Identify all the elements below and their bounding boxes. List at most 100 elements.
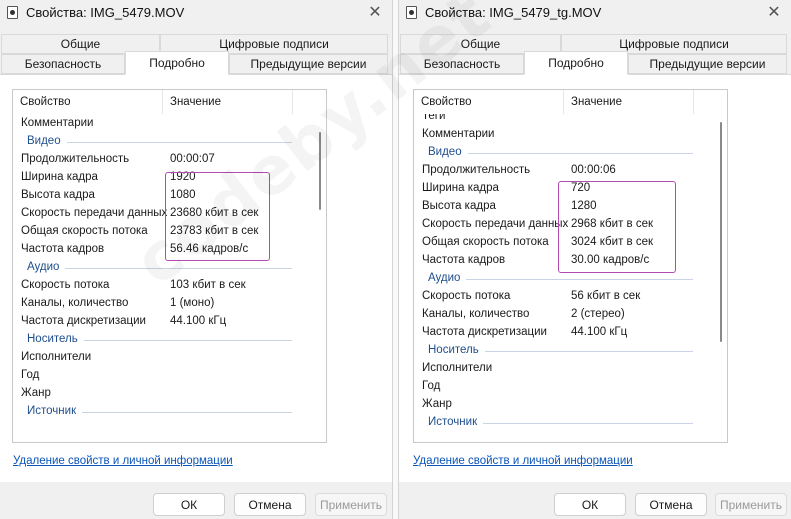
vertical-scrollbar[interactable] (715, 114, 727, 442)
property-name: Частота кадров (21, 243, 105, 255)
vertical-scrollbar[interactable] (314, 114, 326, 442)
table-row[interactable]: Частота дискретизации 44.100 кГц (414, 324, 727, 342)
window-title: Свойства: IMG_5479_tg.MOV (425, 5, 602, 20)
property-rows: Теги Комментарии Видео Продолжительность 00:… (414, 114, 727, 442)
table-row[interactable]: Каналы, количество 2 (стерео) (414, 306, 727, 324)
apply-button[interactable]: Применить (715, 493, 787, 516)
tab-details[interactable]: Подробно (125, 51, 229, 75)
property-name: Ширина кадра (422, 182, 499, 194)
section-header[interactable]: Носитель (13, 331, 326, 349)
table-row[interactable]: Продолжительность 00:00:06 (414, 162, 727, 180)
property-name: Общая скорость потока (422, 236, 549, 248)
apply-button[interactable]: Применить (315, 493, 387, 516)
table-row[interactable]: Высота кадра 1080 (13, 187, 326, 205)
tab-previous-versions[interactable]: Предыдущие версии (628, 54, 787, 74)
cancel-button[interactable]: Отмена (234, 493, 306, 516)
table-row[interactable]: Год (414, 378, 727, 396)
remove-properties-link[interactable]: Удаление свойств и личной информации (413, 455, 633, 467)
column-header-value[interactable]: Значение (564, 90, 694, 114)
section-divider (65, 268, 292, 269)
tab-previous-versions[interactable]: Предыдущие версии (229, 54, 388, 74)
table-row[interactable]: Теги (414, 114, 727, 126)
section-header[interactable]: Носитель (414, 342, 727, 360)
section-header[interactable]: Источник (414, 414, 727, 432)
window-app-icon (7, 6, 18, 19)
section-header[interactable]: Видео (13, 133, 326, 151)
title-bar[interactable]: Свойства: IMG_5479_tg.MOV ✕ (399, 0, 791, 26)
property-value: 720 (571, 182, 591, 194)
tab-security[interactable]: Безопасность (1, 54, 125, 74)
property-value: 56.46 кадров/с (170, 243, 249, 255)
tab-security[interactable]: Безопасность (400, 54, 524, 74)
table-row[interactable]: Жанр (414, 396, 727, 414)
table-row[interactable]: Частота кадров 56.46 кадров/с (13, 241, 326, 259)
section-header[interactable]: Аудио (13, 259, 326, 277)
tab-details[interactable]: Подробно (524, 51, 628, 75)
title-bar[interactable]: Свойства: IMG_5479.MOV ✕ (0, 0, 392, 26)
table-row[interactable]: Общая скорость потока 3024 кбит в сек (414, 234, 727, 252)
property-value: 1280 (571, 200, 597, 212)
property-name: Общая скорость потока (21, 225, 148, 237)
property-list[interactable]: Свойство Значение Теги Комментарии Видео Пр… (413, 89, 728, 443)
property-name: Комментарии (21, 117, 94, 129)
table-row[interactable]: Комментарии (414, 126, 727, 144)
property-name: Ширина кадра (21, 171, 98, 183)
properties-window-left: Свойства: IMG_5479.MOV ✕ Общие Цифровые … (0, 0, 392, 519)
ok-button[interactable]: ОК (153, 493, 225, 516)
section-header[interactable]: Аудио (414, 270, 727, 288)
property-name: Жанр (21, 387, 51, 399)
section-divider (468, 153, 693, 154)
property-name: Скорость передачи данных (21, 207, 168, 219)
property-name: Теги (422, 114, 446, 122)
section-header[interactable]: Видео (414, 144, 727, 162)
table-row[interactable]: Исполнители (13, 349, 326, 367)
table-row[interactable]: Жанр (13, 385, 326, 403)
table-row[interactable]: Продолжительность 00:00:07 (13, 151, 326, 169)
property-name: Каналы, количество (21, 297, 129, 309)
property-name: Высота кадра (422, 200, 496, 212)
property-name: Частота кадров (422, 254, 506, 266)
cancel-button[interactable]: Отмена (635, 493, 707, 516)
section-divider (485, 351, 693, 352)
table-row[interactable]: Исполнители (414, 360, 727, 378)
table-row[interactable]: Общая скорость потока 23783 кбит в сек (13, 223, 326, 241)
ok-button[interactable]: ОК (554, 493, 626, 516)
table-row[interactable]: Ширина кадра 720 (414, 180, 727, 198)
property-value: 2 (стерео) (571, 308, 625, 320)
section-title: Носитель (428, 344, 479, 356)
section-header[interactable]: Источник (13, 403, 326, 421)
property-name: Каналы, количество (422, 308, 530, 320)
close-icon[interactable]: ✕ (763, 2, 785, 22)
property-value: 30.00 кадров/с (571, 254, 650, 266)
scrollbar-thumb[interactable] (720, 122, 722, 342)
close-icon[interactable]: ✕ (364, 2, 386, 22)
column-header-value[interactable]: Значение (163, 90, 293, 114)
section-title: Источник (428, 416, 478, 428)
property-value: 1080 (170, 189, 196, 201)
section-title: Носитель (27, 333, 78, 345)
table-row[interactable]: Скорость передачи данных 23680 кбит в сек (13, 205, 326, 223)
table-row[interactable]: Скорость потока 103 кбит в сек (13, 277, 326, 295)
property-name: Высота кадра (21, 189, 95, 201)
property-list[interactable]: Свойство Значение Комментарии Видео Продол… (12, 89, 327, 443)
table-row[interactable]: Каналы, количество 1 (моно) (13, 295, 326, 313)
table-row[interactable]: Комментарии (13, 115, 326, 133)
list-header: Свойство Значение (13, 90, 326, 114)
table-row[interactable]: Год (13, 367, 326, 385)
remove-properties-link[interactable]: Удаление свойств и личной информации (13, 455, 233, 467)
scrollbar-thumb[interactable] (319, 132, 321, 210)
table-row[interactable]: Скорость потока 56 кбит в сек (414, 288, 727, 306)
property-value: 00:00:06 (571, 164, 616, 176)
property-name: Исполнители (21, 351, 92, 363)
column-header-property[interactable]: Свойство (414, 90, 564, 114)
property-name: Частота дискретизации (422, 326, 547, 338)
property-value: 2968 кбит в сек (571, 218, 654, 230)
column-header-property[interactable]: Свойство (13, 90, 163, 114)
table-row[interactable]: Частота кадров 30.00 кадров/с (414, 252, 727, 270)
table-row[interactable]: Высота кадра 1280 (414, 198, 727, 216)
table-row[interactable]: Скорость передачи данных 2968 кбит в сек (414, 216, 727, 234)
property-value: 23783 кбит в сек (170, 225, 259, 237)
table-row[interactable]: Частота дискретизации 44.100 кГц (13, 313, 326, 331)
window-title: Свойства: IMG_5479.MOV (26, 5, 185, 20)
table-row[interactable]: Ширина кадра 1920 (13, 169, 326, 187)
